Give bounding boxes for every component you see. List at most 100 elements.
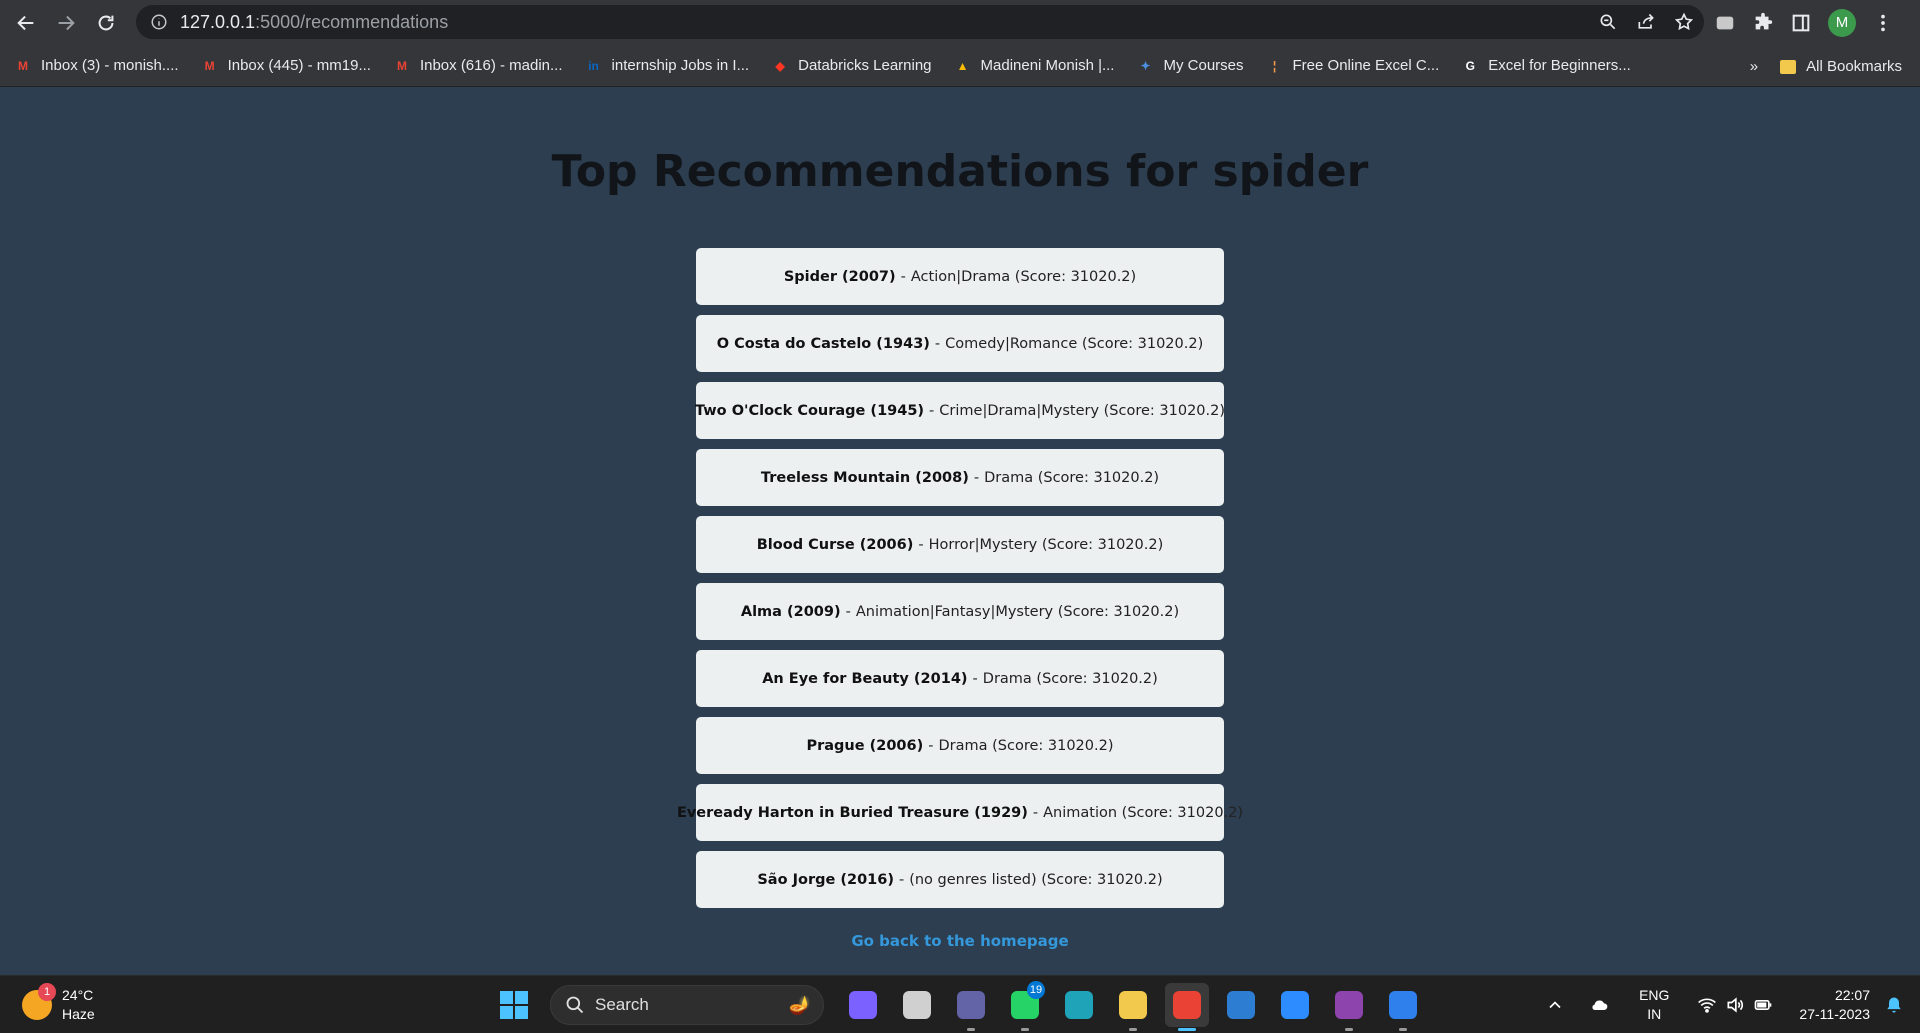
edge-taskbar-button[interactable]: [1057, 983, 1101, 1027]
recommendation-card: Two O'Clock Courage (1945) - Crime|Drama|M…: [694, 382, 1225, 439]
clock-date: 27-11-2023: [1799, 1006, 1870, 1022]
whatsapp-taskbar-button[interactable]: 19: [1003, 981, 1047, 1031]
recommendation-card: Spider (2007) - Action|Drama (Score: 31020…: [696, 248, 1224, 305]
gmail-icon: M: [396, 58, 407, 73]
separator: -: [934, 335, 941, 352]
weather-condition: Haze: [62, 1006, 95, 1022]
movie-details: (no genres listed) (Score: 31020.2): [909, 871, 1163, 888]
recommendation-card: São Jorge (2016) - (no genres listed) (Sco…: [696, 851, 1224, 908]
separator: -: [972, 670, 978, 687]
back-to-homepage-link[interactable]: Go back to the homepage: [0, 932, 1920, 950]
all-bookmarks-label: All Bookmarks: [1806, 57, 1902, 75]
mail-icon: [1227, 991, 1255, 1019]
movie-title: O Costa do Castelo (1943): [716, 335, 930, 352]
movie-title: São Jorge (2016): [757, 871, 894, 888]
reload-button[interactable]: [86, 3, 126, 43]
mail-taskbar-button[interactable]: [1219, 983, 1263, 1027]
bookmark-item[interactable]: ◆ Databricks Learning: [771, 57, 931, 75]
puzzle-extensions-icon[interactable]: [1752, 12, 1774, 34]
excel-course-icon: ¦: [1272, 58, 1277, 73]
bookmark-label: Free Online Excel C...: [1292, 57, 1440, 74]
site-info-icon[interactable]: [150, 13, 168, 31]
bookmark-star-icon[interactable]: [1674, 12, 1694, 32]
file-explorer-taskbar-button[interactable]: [1111, 983, 1155, 1031]
chevron-up-icon[interactable]: [1545, 995, 1565, 1015]
running-indicator: [967, 1028, 975, 1031]
extension-app-icon[interactable]: [1714, 12, 1736, 34]
onedrive-cloud-icon[interactable]: [1589, 995, 1609, 1015]
volume-icon[interactable]: [1725, 995, 1745, 1015]
language-code: ENG: [1639, 987, 1670, 1003]
separator: -: [928, 737, 934, 754]
notification-bell-icon[interactable]: [1884, 995, 1904, 1015]
bookmark-item[interactable]: ✦ My Courses: [1136, 57, 1243, 75]
bookmark-label: Inbox (616) - madin...: [419, 57, 563, 74]
bookmark-item[interactable]: in internship Jobs in I...: [585, 57, 749, 75]
language-indicator[interactable]: ENG IN: [1639, 986, 1669, 1024]
google-icon: G: [1465, 58, 1475, 73]
reload-icon: [98, 15, 114, 30]
address-bar[interactable]: 127.0.0.1:5000/recommendations: [136, 5, 1704, 39]
search-icon: [566, 996, 584, 1014]
region-code: IN: [1647, 1006, 1662, 1022]
movie-title: Blood Curse (2006): [756, 536, 914, 553]
back-button[interactable]: [6, 3, 46, 43]
separator: -: [918, 536, 924, 553]
zoom-taskbar-button[interactable]: [1273, 983, 1317, 1027]
movie-title: Alma (2009): [740, 603, 841, 620]
chrome-taskbar-button[interactable]: [1165, 983, 1209, 1031]
wifi-icon[interactable]: [1697, 995, 1717, 1015]
copilot-app-icon: [849, 991, 877, 1019]
bookmark-label: Databricks Learning: [798, 57, 932, 74]
vscode-taskbar-button[interactable]: [1381, 983, 1425, 1031]
bookmark-item[interactable]: ¦ Free Online Excel C...: [1266, 57, 1440, 75]
clock[interactable]: 22:07 27-11-2023: [1799, 986, 1870, 1024]
bookmark-label: My Courses: [1163, 57, 1244, 74]
side-panel-icon[interactable]: [1790, 12, 1812, 34]
weather-widget[interactable]: 1 24°C Haze: [22, 983, 95, 1024]
more-menu-icon[interactable]: [1872, 12, 1894, 34]
movie-title: An Eye for Beauty (2014): [762, 670, 968, 687]
all-bookmarks-button[interactable]: All Bookmarks: [1780, 58, 1902, 75]
bookmark-item[interactable]: M Inbox (3) - monish....: [14, 57, 179, 75]
movie-details: Horror|Mystery (Score: 31020.2): [928, 536, 1164, 553]
movie-title: Two O'Clock Courage (1945): [694, 402, 925, 419]
bookmark-item[interactable]: ▲ Madineni Monish |...: [954, 57, 1115, 75]
clock-time: 22:07: [1834, 987, 1870, 1003]
zoom-icon[interactable]: [1598, 12, 1618, 32]
share-icon[interactable]: [1636, 12, 1656, 32]
bookmark-label: Inbox (3) - monish....: [41, 57, 179, 74]
bookmark-list: M Inbox (3) - monish.... M Inbox (445) - mm…: [14, 57, 1653, 75]
copilot-app-taskbar-button[interactable]: [841, 983, 885, 1027]
system-tray: ENG IN 22:07 27-11-2023: [1545, 976, 1904, 1033]
bookmark-item[interactable]: M Inbox (616) - madin...: [393, 57, 563, 75]
task-view-taskbar-button[interactable]: [895, 983, 939, 1027]
movie-details: Drama (Score: 31020.2): [982, 670, 1158, 687]
forward-button[interactable]: [46, 3, 86, 43]
windows-start-icon[interactable]: [500, 991, 528, 1019]
github-desktop-taskbar-button[interactable]: [1327, 983, 1371, 1031]
chrome-icon: [1173, 991, 1201, 1019]
search-highlight-icon: 🪔: [788, 995, 811, 1015]
bookmark-item[interactable]: G Excel for Beginners...: [1461, 57, 1631, 75]
movie-title: Eveready Harton in Buried Treasure (1929…: [676, 804, 1028, 821]
taskbar-search[interactable]: Search 🪔: [550, 985, 824, 1025]
bookmarks-overflow-button[interactable]: »: [1750, 58, 1758, 75]
recommendation-card: Treeless Mountain (2008) - Drama (Score: 3…: [696, 449, 1224, 506]
bookmark-label: Madineni Monish |...: [980, 57, 1115, 74]
profile-avatar[interactable]: M: [1828, 8, 1856, 37]
running-indicator: [1345, 1028, 1353, 1031]
databricks-icon: ◆: [775, 58, 785, 73]
teams-chat-taskbar-button[interactable]: [949, 983, 993, 1031]
url-text: 127.0.0.1:5000/recommendations: [180, 11, 449, 32]
bookmark-item[interactable]: M Inbox (445) - mm19...: [201, 57, 371, 75]
edge-icon: [1065, 991, 1093, 1019]
arrow-left-icon: [17, 15, 34, 30]
bookmarks-bar: M Inbox (3) - monish.... M Inbox (445) - mm…: [0, 45, 1920, 87]
weather-badge: 1: [38, 983, 56, 1001]
search-label: Search: [595, 995, 649, 1014]
recommendation-card: Blood Curse (2006) - Horror|Mystery (Score…: [696, 516, 1224, 573]
battery-icon[interactable]: [1753, 995, 1773, 1015]
recommendation-card: Prague (2006) - Drama (Score: 31020.2): [696, 717, 1224, 774]
arrow-right-icon: [58, 15, 75, 30]
